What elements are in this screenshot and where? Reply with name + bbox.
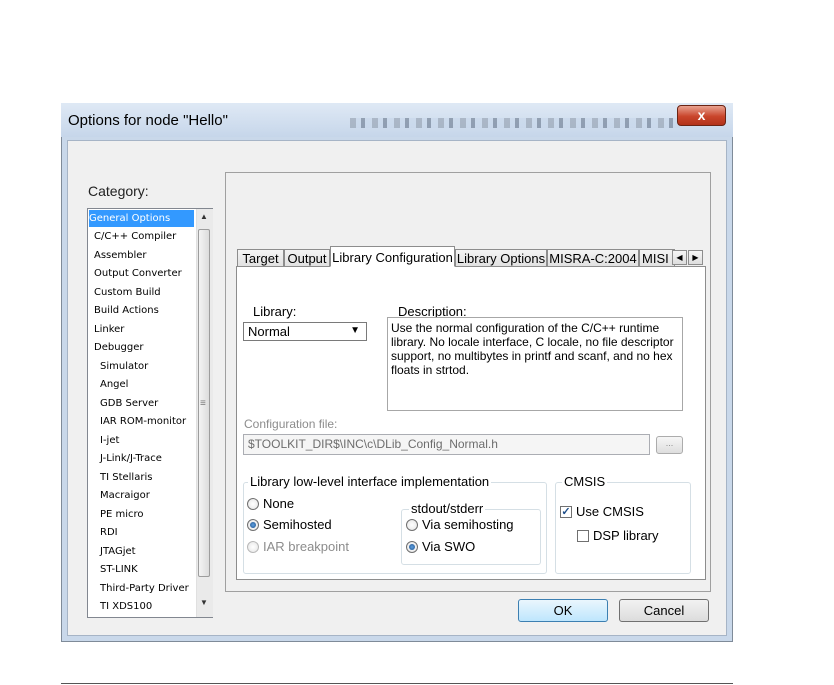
- dsp-library-checkbox[interactable]: [577, 530, 589, 542]
- page-divider: [61, 683, 733, 684]
- category-item-i-jet[interactable]: I-jet: [100, 432, 119, 449]
- cancel-button[interactable]: Cancel: [619, 599, 709, 622]
- cmsis-legend: CMSIS: [562, 474, 608, 489]
- category-item-ti-xds100[interactable]: TI XDS100: [100, 598, 152, 615]
- scroll-down-icon[interactable]: ▼: [200, 598, 208, 607]
- tab-library-configuration[interactable]: Library Configuration: [330, 246, 455, 267]
- close-icon: x: [697, 107, 706, 123]
- category-item-gdb-server[interactable]: GDB Server: [100, 395, 158, 412]
- dropdown-arrow-icon: ▼: [350, 325, 360, 336]
- category-item-c-compiler[interactable]: C/C++ Compiler: [94, 228, 176, 245]
- category-item-output-converter[interactable]: Output Converter: [94, 265, 182, 282]
- radio-via-swo[interactable]: [406, 541, 418, 553]
- category-item-linker[interactable]: Linker: [94, 321, 124, 338]
- tab-misra-truncated[interactable]: MISI: [639, 249, 675, 267]
- library-select-value: Normal: [248, 324, 290, 339]
- lowlevel-interface-legend: Library low-level interface implementati…: [248, 474, 492, 489]
- configuration-file-label: Configuration file:: [244, 417, 338, 431]
- category-list[interactable]: General Options C/C++ Compiler Assembler…: [87, 208, 213, 618]
- tab-library-options[interactable]: Library Options: [455, 249, 547, 267]
- category-item-third-party-driver[interactable]: Third-Party Driver: [100, 580, 189, 597]
- description-box: Use the normal configuration of the C/C+…: [387, 317, 683, 411]
- radio-via-semihosting[interactable]: [406, 519, 418, 531]
- stdout-legend: stdout/stderr: [409, 501, 486, 516]
- tab-scroll-right-icon[interactable]: ▶: [688, 250, 703, 265]
- category-item-ti-stellaris[interactable]: TI Stellaris: [100, 469, 152, 486]
- category-item-build-actions[interactable]: Build Actions: [94, 302, 159, 319]
- category-item-st-link[interactable]: ST-LINK: [100, 561, 138, 578]
- configuration-file-field[interactable]: $TOOLKIT_DIR$\INC\c\DLib_Config_Normal.h: [243, 434, 650, 455]
- category-label: Category:: [88, 183, 149, 199]
- radio-semihosted[interactable]: [247, 519, 259, 531]
- category-item-j-link[interactable]: J-Link/J-Trace: [100, 450, 162, 467]
- dsp-library-label[interactable]: DSP library: [593, 528, 659, 543]
- radio-via-swo-label[interactable]: Via SWO: [422, 539, 475, 554]
- library-label: Library:: [253, 304, 297, 319]
- tab-misra-c-2004[interactable]: MISRA-C:2004: [547, 249, 639, 267]
- radio-iar-breakpoint: [247, 541, 259, 553]
- use-cmsis-label[interactable]: Use CMSIS: [576, 504, 644, 519]
- scrollbar-grip-icon: ≡: [200, 398, 206, 409]
- category-item-assembler[interactable]: Assembler: [94, 247, 147, 264]
- close-button[interactable]: x: [677, 105, 726, 126]
- radio-via-semihosting-label[interactable]: Via semihosting: [422, 517, 514, 532]
- browse-button[interactable]: ...: [656, 436, 683, 454]
- tab-target[interactable]: Target: [237, 249, 284, 267]
- category-item-debugger[interactable]: Debugger: [94, 339, 144, 356]
- ok-button[interactable]: OK: [518, 599, 608, 622]
- title-bar-decoration: [350, 118, 680, 128]
- category-item-simulator[interactable]: Simulator: [100, 358, 148, 375]
- category-item-pe-micro[interactable]: PE micro: [100, 506, 144, 523]
- category-item-macraigor[interactable]: Macraigor: [100, 487, 150, 504]
- category-item-rdi[interactable]: RDI: [100, 524, 118, 541]
- radio-none-label[interactable]: None: [263, 496, 294, 511]
- window-title: Options for node "Hello": [68, 112, 228, 129]
- scroll-up-icon[interactable]: ▲: [200, 212, 208, 221]
- category-item-iar-rom-monitor[interactable]: IAR ROM-monitor: [100, 413, 186, 430]
- radio-none[interactable]: [247, 498, 259, 510]
- category-item-custom-build[interactable]: Custom Build: [94, 284, 161, 301]
- radio-semihosted-label[interactable]: Semihosted: [263, 517, 332, 532]
- library-select[interactable]: Normal ▼: [243, 322, 367, 341]
- use-cmsis-checkbox[interactable]: ✓: [560, 506, 572, 518]
- category-item-angel[interactable]: Angel: [100, 376, 128, 393]
- category-item-general-options[interactable]: General Options: [89, 210, 194, 227]
- radio-iar-breakpoint-label: IAR breakpoint: [263, 539, 349, 554]
- tab-scroll-left-icon[interactable]: ◀: [672, 250, 687, 265]
- tab-output[interactable]: Output: [284, 249, 330, 267]
- category-item-jtagjet[interactable]: JTAGjet: [100, 543, 136, 560]
